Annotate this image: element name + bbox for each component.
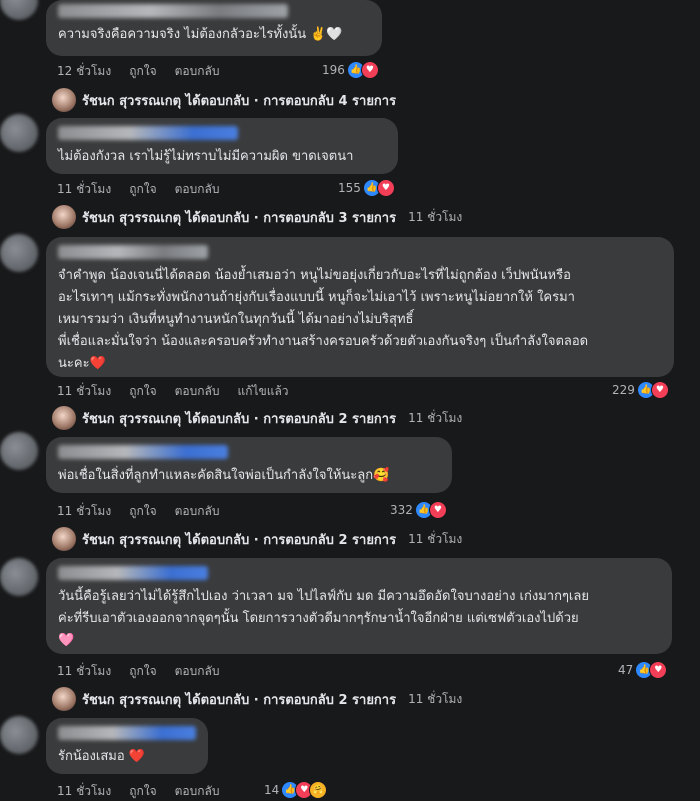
comment-text: พ่อเชื่อในสิ่งที่ลูกทำแหละคัดสินใจพ่อเป็… <box>58 468 390 483</box>
comment-text-line: 🩷 <box>58 633 75 648</box>
replier-avatar <box>52 205 76 229</box>
comment-bubble: พ่อเชื่อในสิ่งที่ลูกทำแหละคัดสินใจพ่อเป็… <box>46 437 452 493</box>
comment-time[interactable]: 12 ชั่วโมง <box>57 62 111 81</box>
reply-button[interactable]: ตอบกลับ <box>175 782 220 801</box>
comment-text: รักน้องเสมอ ❤️ <box>58 749 145 764</box>
like-button[interactable]: ถูกใจ <box>129 62 156 81</box>
commenter-avatar[interactable] <box>0 716 38 754</box>
comment-time[interactable]: 11 ชั่วโมง <box>57 502 111 521</box>
comment-text-line: ค่ะที่รีบเอาตัวเองออกจากจุดๆนั้น โดยการว… <box>58 611 579 626</box>
replies-summary: รัชนก สุวรรณเกตุ ได้ตอบกลับ · การตอบกลับ… <box>82 210 397 226</box>
view-replies-link[interactable]: รัชนก สุวรรณเกตุ ได้ตอบกลับ · การตอบกลับ… <box>52 527 462 551</box>
love-icon: ♥ <box>649 661 668 679</box>
comment-actions: 11 ชั่วโมง ถูกใจ ตอบกลับ <box>57 662 219 681</box>
edited-label[interactable]: แก้ไขแล้ว <box>237 382 288 401</box>
comment-actions: 11 ชั่วโมง ถูกใจ ตอบกลับ <box>57 502 219 521</box>
replies-summary: รัชนก สุวรรณเกตุ ได้ตอบกลับ · การตอบกลับ… <box>82 692 397 708</box>
comment-bubble: ไม่ต้องกังวล เราไม่รู้ไม่ทราบไม่มีความผิ… <box>46 118 398 174</box>
reaction-summary[interactable]: 14 👍 ♥ 🤗 <box>264 781 328 799</box>
comment-bubble: วันนี้คือรู้เลยว่าไม่ได้รู้สึกไปเอง ว่าเ… <box>46 558 672 654</box>
commenter-avatar[interactable] <box>0 558 38 596</box>
reply-button[interactable]: ตอบกลับ <box>175 502 220 521</box>
comment-actions: 12 ชั่วโมง ถูกใจ ตอบกลับ <box>57 62 219 81</box>
reply-button[interactable]: ตอบกลับ <box>175 662 220 681</box>
reply-button[interactable]: ตอบกลับ <box>175 62 220 81</box>
comment-bubble: จำคำพูด น้องเจนนี่ได้ตลอด น้องย้ำเสมอว่า… <box>46 237 674 377</box>
reaction-summary[interactable]: 196 👍 ♥ <box>322 61 379 79</box>
commenter-avatar[interactable] <box>0 234 38 272</box>
replies-summary: รัชนก สุวรรณเกตุ ได้ตอบกลับ · การตอบกลับ… <box>82 532 397 548</box>
reaction-count: 14 <box>264 783 280 797</box>
love-icon: ♥ <box>650 381 669 399</box>
comment-actions: 11 ชั่วโมง ถูกใจ ตอบกลับ <box>57 180 219 199</box>
like-button[interactable]: ถูกใจ <box>129 382 156 401</box>
comment-text-line: อะไรเทาๆ แม้กระทั่งพนักงานถ้ายุ่งกับเรื่… <box>58 290 575 305</box>
view-replies-link[interactable]: รัชนก สุวรรณเกตุ ได้ตอบกลับ · การตอบกลับ… <box>52 687 462 711</box>
comment-time[interactable]: 11 ชั่วโมง <box>57 782 111 801</box>
comment-actions: 11 ชั่วโมง ถูกใจ ตอบกลับ แก้ไขแล้ว <box>57 382 289 401</box>
love-icon: ♥ <box>360 61 379 79</box>
care-icon: 🤗 <box>309 781 328 799</box>
reaction-count: 332 <box>390 503 413 517</box>
replier-avatar <box>52 88 76 112</box>
reaction-count: 155 <box>338 181 361 195</box>
reply-time: 11 ชั่วโมง <box>408 531 463 546</box>
comment-actions: 11 ชั่วโมง ถูกใจ ตอบกลับ <box>57 782 219 801</box>
commenter-name-blurred[interactable] <box>58 726 196 740</box>
reaction-summary[interactable]: 229 👍 ♥ <box>612 381 669 399</box>
comment-bubble: ความจริงคือความจริง ไม่ต้องกลัวอะไรทั้งน… <box>46 0 382 56</box>
commenter-avatar[interactable] <box>0 114 38 152</box>
comment-text-line: จำคำพูด น้องเจนนี่ได้ตลอด น้องย้ำเสมอว่า… <box>58 268 571 283</box>
comment-text: ไม่ต้องกังวล เราไม่รู้ไม่ทราบไม่มีความผิ… <box>58 149 354 164</box>
view-replies-link[interactable]: รัชนก สุวรรณเกตุ ได้ตอบกลับ · การตอบกลับ… <box>52 88 396 112</box>
commenter-name-blurred[interactable] <box>58 566 208 580</box>
love-icon: ♥ <box>428 501 447 519</box>
comment-time[interactable]: 11 ชั่วโมง <box>57 382 111 401</box>
reaction-count: 229 <box>612 383 635 397</box>
reply-button[interactable]: ตอบกลับ <box>175 382 220 401</box>
view-replies-link[interactable]: รัชนก สุวรรณเกตุ ได้ตอบกลับ · การตอบกลับ… <box>52 406 462 430</box>
replier-avatar <box>52 406 76 430</box>
comment-text-line: พี่เชื่อและมั่นใจว่า น้องและครอบครัวทำงา… <box>58 334 589 349</box>
reaction-count: 196 <box>322 63 345 77</box>
reaction-summary[interactable]: 47 👍 ♥ <box>618 661 668 679</box>
like-button[interactable]: ถูกใจ <box>129 782 156 801</box>
comment-time[interactable]: 11 ชั่วโมง <box>57 180 111 199</box>
reply-time: 11 ชั่วโมง <box>408 209 463 224</box>
comment-time[interactable]: 11 ชั่วโมง <box>57 662 111 681</box>
comment-bubble: รักน้องเสมอ ❤️ <box>46 718 208 774</box>
replier-avatar <box>52 687 76 711</box>
comment-text-line: นะคะ❤️ <box>58 356 106 371</box>
replies-summary: รัชนก สุวรรณเกตุ ได้ตอบกลับ · การตอบกลับ… <box>82 411 397 427</box>
reply-time: 11 ชั่วโมง <box>408 410 463 425</box>
comment-text: ความจริงคือความจริง ไม่ต้องกลัวอะไรทั้งน… <box>58 27 343 42</box>
view-replies-link[interactable]: รัชนก สุวรรณเกตุ ได้ตอบกลับ · การตอบกลับ… <box>52 205 462 229</box>
like-button[interactable]: ถูกใจ <box>129 662 156 681</box>
reply-button[interactable]: ตอบกลับ <box>175 180 220 199</box>
comment-text-line: วันนี้คือรู้เลยว่าไม่ได้รู้สึกไปเอง ว่าเ… <box>58 589 589 604</box>
reaction-summary[interactable]: 332 👍 ♥ <box>390 501 447 519</box>
replier-avatar <box>52 527 76 551</box>
reply-time: 11 ชั่วโมง <box>408 691 463 706</box>
commenter-name-blurred[interactable] <box>58 4 288 18</box>
comment-text-line: เหมารวมว่า เงินที่หนูทำงานหนักในทุกวันนี… <box>58 312 414 327</box>
commenter-name-blurred[interactable] <box>58 445 228 459</box>
commenter-avatar[interactable] <box>0 432 38 470</box>
reaction-summary[interactable]: 155 👍 ♥ <box>338 179 395 197</box>
like-button[interactable]: ถูกใจ <box>129 180 156 199</box>
like-button[interactable]: ถูกใจ <box>129 502 156 521</box>
love-icon: ♥ <box>376 179 395 197</box>
commenter-name-blurred[interactable] <box>58 126 238 140</box>
replies-summary: รัชนก สุวรรณเกตุ ได้ตอบกลับ · การตอบกลับ… <box>82 93 397 109</box>
reaction-count: 47 <box>618 663 634 677</box>
commenter-name-blurred[interactable] <box>58 245 208 259</box>
commenter-avatar[interactable] <box>0 0 38 20</box>
